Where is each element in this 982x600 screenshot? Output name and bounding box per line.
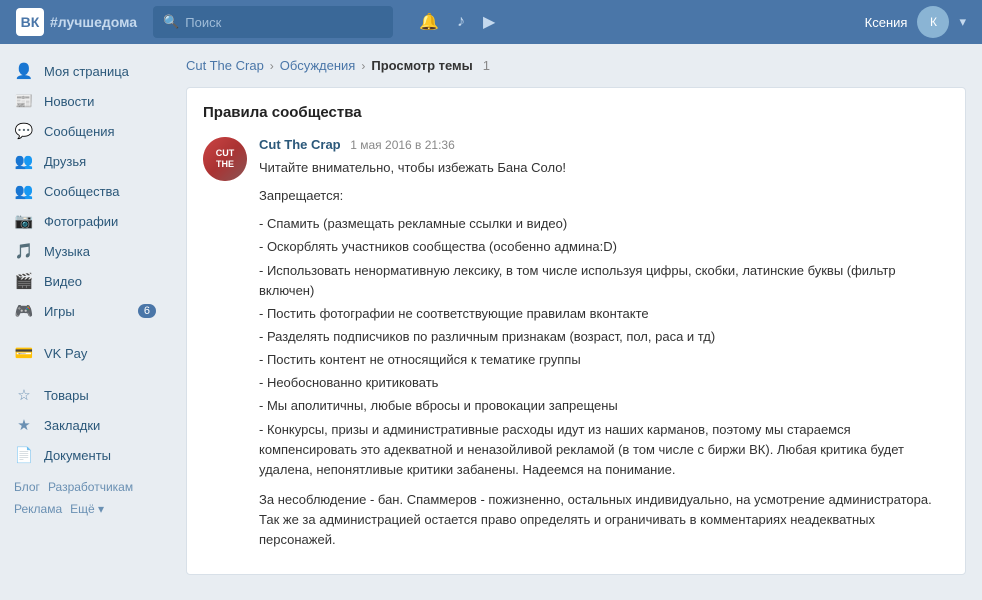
rule-item: - Постить фотографии не соответствующие … — [259, 304, 949, 324]
games-badge: 6 — [138, 304, 156, 318]
communities-icon: 👥 — [14, 182, 34, 200]
post-header: Cut The Crap 1 мая 2016 в 21:36 — [259, 137, 949, 152]
rule-item: - Конкурсы, призы и административные рас… — [259, 420, 949, 480]
video-nav-icon: 🎬 — [14, 272, 34, 290]
goods-icon: ☆ — [14, 386, 34, 404]
sidebar-item-vkpay[interactable]: 💳 VK Pay — [0, 338, 170, 368]
sidebar-item-label: Друзья — [44, 154, 86, 169]
post-body: Cut The Crap 1 мая 2016 в 21:36 Читайте … — [259, 137, 949, 558]
sidebar-divider2 — [0, 368, 170, 380]
my-page-icon: 👤 — [14, 62, 34, 80]
music-icon[interactable]: ♪ — [457, 13, 465, 31]
topbar: ВК #лучшедома 🔍 🔔 ♪ ▶ Ксения К ▾ — [0, 0, 982, 44]
post-rules-list: - Спамить (размещать рекламные ссылки и … — [259, 214, 949, 480]
breadcrumb-count: 1 — [483, 58, 490, 73]
post-date: 1 мая 2016 в 21:36 — [350, 138, 455, 152]
breadcrumb-sep1: › — [270, 59, 274, 73]
music-nav-icon: 🎵 — [14, 242, 34, 260]
search-box[interactable]: 🔍 — [153, 6, 393, 38]
rule-item: - Необоснованно критиковать — [259, 373, 949, 393]
sidebar-item-label: Закладки — [44, 418, 100, 433]
rule-item: - Мы аполитичны, любые вбросы и провокац… — [259, 396, 949, 416]
sidebar-item-bookmarks[interactable]: ★ Закладки — [0, 410, 170, 440]
games-icon: 🎮 — [14, 302, 34, 320]
sidebar-item-label: Моя страница — [44, 64, 129, 79]
breadcrumb-group-link[interactable]: Cut The Crap — [186, 58, 264, 73]
sidebar-item-games[interactable]: 🎮 Игры 6 — [0, 296, 170, 326]
hashtag-label: #лучшедома — [50, 14, 137, 30]
rule-item: - Постить контент не относящийся к темат… — [259, 350, 949, 370]
search-icon: 🔍 — [163, 14, 179, 30]
content-area: Cut The Crap › Обсуждения › Просмотр тем… — [170, 44, 982, 600]
rule-item: - Разделять подписчиков по различным при… — [259, 327, 949, 347]
rule-item: - Использовать ненормативную лексику, в … — [259, 261, 949, 301]
footer-blog-link[interactable]: Блог — [14, 480, 40, 494]
friends-icon: 👥 — [14, 152, 34, 170]
breadcrumb: Cut The Crap › Обсуждения › Просмотр тем… — [186, 58, 966, 73]
sidebar-item-music[interactable]: 🎵 Музыка — [0, 236, 170, 266]
post-footer-text: За несоблюдение - бан. Спаммеров - пожиз… — [259, 490, 949, 550]
sidebar-item-label: Сообщества — [44, 184, 120, 199]
logo[interactable]: ВК #лучшедома — [16, 8, 137, 36]
topbar-right: Ксения К ▾ — [865, 6, 966, 38]
sidebar-item-video[interactable]: 🎬 Видео — [0, 266, 170, 296]
avatar[interactable]: К — [917, 6, 949, 38]
sidebar-divider — [0, 326, 170, 338]
sidebar-item-label: Сообщения — [44, 124, 115, 139]
bookmarks-icon: ★ — [14, 416, 34, 434]
footer-more-link[interactable]: Ещё ▾ — [70, 502, 104, 516]
breadcrumb-section-link[interactable]: Обсуждения — [280, 58, 356, 73]
sidebar-item-my-page[interactable]: 👤 Моя страница — [0, 56, 170, 86]
topic-title: Правила сообщества — [203, 104, 949, 121]
topbar-menu-arrow[interactable]: ▾ — [959, 14, 966, 30]
news-icon: 📰 — [14, 92, 34, 110]
post: CUTTHE Cut The Crap 1 мая 2016 в 21:36 Ч… — [203, 137, 949, 558]
topbar-icons: 🔔 ♪ ▶ — [419, 12, 495, 32]
breadcrumb-current: Просмотр темы — [371, 58, 472, 73]
sidebar-item-label: Товары — [44, 388, 89, 403]
messages-icon: 💬 — [14, 122, 34, 140]
sidebar-item-docs[interactable]: 📄 Документы — [0, 440, 170, 470]
docs-icon: 📄 — [14, 446, 34, 464]
topic-container: Правила сообщества CUTTHE Cut The Crap 1… — [186, 87, 966, 575]
sidebar-item-label: VK Pay — [44, 346, 87, 361]
user-name[interactable]: Ксения — [865, 15, 908, 30]
main-layout: 👤 Моя страница 📰 Новости 💬 Сообщения 👥 Д… — [0, 44, 982, 600]
sidebar-footer: Блог Разработчикам Реклама Ещё ▾ — [0, 470, 170, 526]
search-input[interactable] — [185, 15, 383, 30]
sidebar-item-label: Видео — [44, 274, 82, 289]
rule-item: - Оскорблять участников сообщества (особ… — [259, 237, 949, 257]
footer-ads-link[interactable]: Реклама — [14, 502, 62, 516]
sidebar-item-label: Новости — [44, 94, 94, 109]
sidebar-item-news[interactable]: 📰 Новости — [0, 86, 170, 116]
post-section1: Запрещается: — [259, 186, 949, 206]
photos-icon: 📷 — [14, 212, 34, 230]
post-avatar: CUTTHE — [203, 137, 247, 181]
post-text: Читайте внимательно, чтобы избежать Бана… — [259, 158, 949, 550]
post-avatar-image: CUTTHE — [203, 137, 247, 181]
sidebar-item-label: Музыка — [44, 244, 90, 259]
sidebar-item-photos[interactable]: 📷 Фотографии — [0, 206, 170, 236]
footer-dev-link[interactable]: Разработчикам — [48, 480, 133, 494]
sidebar-item-label: Игры — [44, 304, 75, 319]
rule-item: - Спамить (размещать рекламные ссылки и … — [259, 214, 949, 234]
sidebar-item-label: Фотографии — [44, 214, 118, 229]
breadcrumb-sep2: › — [361, 59, 365, 73]
notifications-icon[interactable]: 🔔 — [419, 12, 439, 32]
sidebar-item-friends[interactable]: 👥 Друзья — [0, 146, 170, 176]
sidebar-item-communities[interactable]: 👥 Сообщества — [0, 176, 170, 206]
vkpay-icon: 💳 — [14, 344, 34, 362]
video-icon[interactable]: ▶ — [483, 12, 495, 32]
sidebar-item-messages[interactable]: 💬 Сообщения — [0, 116, 170, 146]
post-author[interactable]: Cut The Crap — [259, 137, 341, 152]
post-intro: Читайте внимательно, чтобы избежать Бана… — [259, 158, 949, 178]
vk-icon: ВК — [16, 8, 44, 36]
sidebar-item-label: Документы — [44, 448, 111, 463]
sidebar-item-goods[interactable]: ☆ Товары — [0, 380, 170, 410]
sidebar: 👤 Моя страница 📰 Новости 💬 Сообщения 👥 Д… — [0, 44, 170, 600]
